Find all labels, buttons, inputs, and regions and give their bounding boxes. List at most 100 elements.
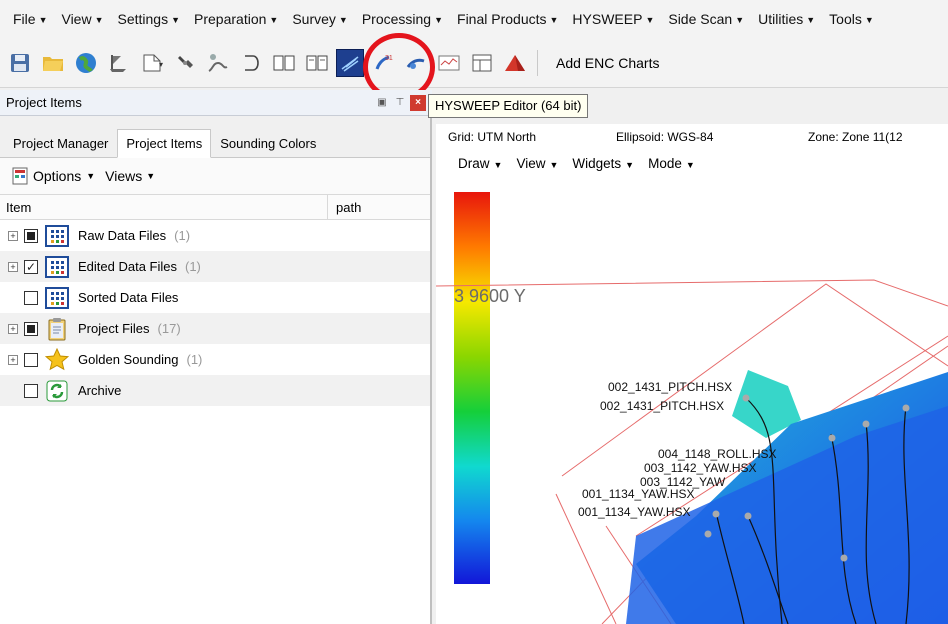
dual-view-icon[interactable]: [303, 49, 331, 77]
editor-menu-bar: Draw ▼ View ▼ Widgets ▼ Mode ▼: [436, 150, 948, 176]
menu-label: File: [13, 11, 36, 27]
line-label: 004_1148_ROLL.HSX: [658, 447, 777, 461]
close-icon[interactable]: ×: [410, 94, 426, 111]
menu-label: Side Scan: [668, 11, 733, 27]
tree-item-count: (1): [186, 352, 203, 367]
views-label: Views: [105, 168, 143, 184]
boat-icon[interactable]: [105, 49, 133, 77]
expand-icon[interactable]: +: [8, 230, 18, 241]
chevron-down-icon: ▼: [434, 15, 444, 26]
sonar-icon[interactable]: [402, 49, 430, 77]
grid-file-icon: [44, 224, 70, 248]
new-document-icon[interactable]: ▾: [138, 49, 166, 77]
tree-item-count: (1): [174, 228, 191, 243]
tree-item-golden-sounding[interactable]: + Golden Sounding (1): [0, 344, 430, 375]
profile-graph-icon[interactable]: [435, 49, 463, 77]
menu-label: Processing: [361, 11, 432, 27]
column-item[interactable]: Item: [0, 195, 328, 219]
save-icon[interactable]: [6, 49, 34, 77]
menu-side-scan[interactable]: Side Scan ▼: [661, 11, 751, 27]
tree-checkbox[interactable]: [24, 383, 38, 398]
options-menu[interactable]: Options ▼: [12, 167, 95, 185]
grid-file-icon: [44, 255, 70, 279]
tree-item-project-files[interactable]: + Project Files (17): [0, 313, 430, 344]
menu-survey[interactable]: Survey ▼: [285, 11, 355, 27]
options-label: Options: [33, 168, 82, 184]
tree-item-sorted-data-files[interactable]: Sorted Data Files: [0, 282, 430, 313]
editor-info-bar: Grid: UTM North Ellipsoid: WGS-84 Zone: …: [436, 124, 948, 150]
line-label: 002_1431_PITCH.HSX: [608, 380, 732, 394]
svg-text:▾: ▾: [159, 60, 163, 69]
menu-view[interactable]: View ▼: [54, 11, 110, 27]
editor-menu-label: Widgets: [572, 155, 622, 171]
tree-item-count: (1): [185, 259, 201, 274]
tree-item-edited-data-files[interactable]: + Edited Data Files (1): [0, 251, 430, 282]
chevron-down-icon: ▼: [38, 15, 48, 26]
menu-preparation[interactable]: Preparation ▼: [187, 11, 285, 27]
menu-label: Preparation: [194, 11, 267, 27]
tree-checkbox[interactable]: [24, 352, 38, 367]
tree-checkbox[interactable]: [24, 290, 38, 305]
shape-icon[interactable]: [237, 49, 265, 77]
menu-utilities[interactable]: Utilities ▼: [751, 11, 822, 27]
expand-icon[interactable]: +: [8, 354, 18, 365]
pin-icon[interactable]: ⊤: [392, 95, 408, 111]
survey-path-icon[interactable]: [204, 49, 232, 77]
restore-icon[interactable]: ▣: [374, 95, 390, 111]
window-icon[interactable]: [468, 49, 496, 77]
tree-item-archive[interactable]: Archive: [0, 375, 430, 406]
tab-project-items[interactable]: Project Items: [117, 129, 212, 158]
chevron-down-icon: ▼: [493, 159, 503, 170]
menu-label: HYSWEEP: [572, 11, 643, 27]
hysweep-editor-icon[interactable]: [336, 48, 364, 77]
multibeam-icon[interactable]: 31: [369, 49, 397, 77]
globe-icon[interactable]: [72, 49, 100, 77]
chevron-down-icon: ▼: [549, 159, 559, 170]
tree-checkbox[interactable]: [24, 321, 38, 336]
chevron-down-icon: ▼: [806, 15, 816, 26]
star-icon: [44, 347, 70, 372]
chevron-down-icon: ▼: [146, 171, 156, 181]
add-enc-charts-button[interactable]: Add ENC Charts: [550, 51, 665, 75]
tree-column-header: Item path: [0, 194, 430, 220]
editor-menu-draw[interactable]: Draw ▼: [458, 156, 502, 171]
open-folder-icon[interactable]: [39, 49, 67, 77]
views-menu[interactable]: Views ▼: [105, 168, 155, 184]
column-path[interactable]: path: [328, 195, 430, 219]
book-icon[interactable]: [270, 49, 298, 77]
editor-menu-view[interactable]: View ▼: [516, 156, 558, 171]
tree-item-label: Golden Sounding: [78, 352, 179, 367]
project-items-panel: Project Manager Project Items Sounding Col…: [0, 116, 432, 624]
menu-hysweep[interactable]: HYSWEEP ▼: [565, 11, 661, 27]
tree-item-raw-data-files[interactable]: + Raw Data Files (1): [0, 220, 430, 251]
menu-label: Tools: [829, 11, 862, 27]
tab-sounding-colors[interactable]: Sounding Colors: [211, 129, 325, 158]
line-label: 003_1142_YAW.HSX: [644, 461, 757, 475]
mountain-icon[interactable]: [501, 49, 529, 77]
tree-checkbox[interactable]: [24, 259, 38, 274]
expand-icon[interactable]: +: [8, 323, 18, 334]
tab-project-manager[interactable]: Project Manager: [4, 129, 117, 158]
panel-toolbar: Options ▼ Views ▼: [0, 158, 430, 194]
satellite-icon[interactable]: [171, 49, 199, 77]
editor-menu-widgets[interactable]: Widgets ▼: [572, 156, 634, 171]
project-tree: + Raw Data Files (1) + Edited Data Files (1) S…: [0, 220, 430, 406]
tree-checkbox[interactable]: [24, 228, 38, 243]
hysweep-map-canvas[interactable]: 3 9600 Y 002_1431_PITCH.HSX 002_1431_PIT…: [436, 176, 948, 624]
svg-text:31: 31: [385, 55, 393, 62]
menu-final-products[interactable]: Final Products ▼: [450, 11, 565, 27]
hysweep-editor-tooltip: HYSWEEP Editor (64 bit): [428, 94, 589, 118]
clipboard-icon: [44, 317, 70, 341]
menu-processing[interactable]: Processing ▼: [355, 11, 450, 27]
tree-item-label: Raw Data Files: [78, 228, 167, 243]
line-label: 001_1134_YAW.HSX: [578, 505, 691, 519]
menu-settings[interactable]: Settings ▼: [111, 11, 188, 27]
editor-menu-mode[interactable]: Mode ▼: [648, 156, 695, 171]
map-coordinate-label: 3 9600 Y: [454, 286, 526, 306]
menu-tools[interactable]: Tools ▼: [822, 11, 881, 27]
zone-info: Zone: Zone 11(12: [808, 130, 903, 144]
recycle-icon: [44, 379, 70, 403]
panel-title: Project Items: [6, 95, 82, 110]
menu-file[interactable]: File ▼: [6, 11, 54, 27]
expand-icon[interactable]: +: [8, 261, 18, 272]
